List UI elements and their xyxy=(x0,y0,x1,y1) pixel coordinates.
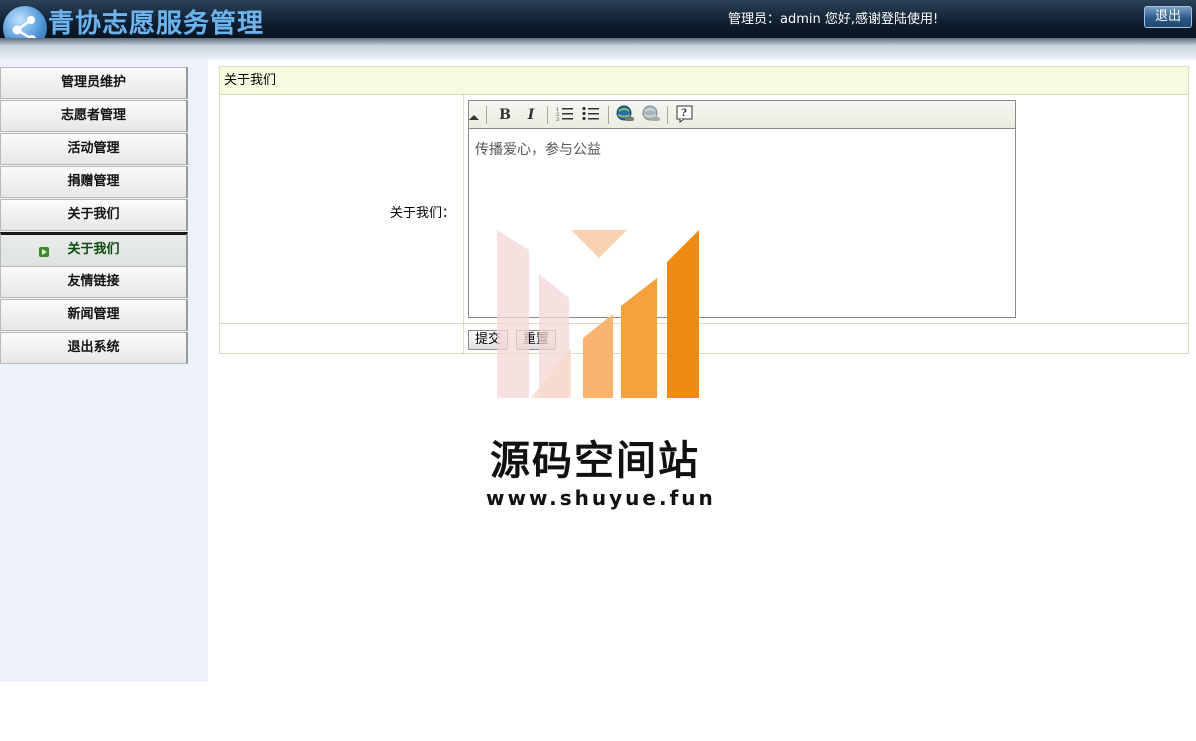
toolbar-separator xyxy=(486,106,487,124)
sidebar-item-donation-management[interactable]: 捐赠管理 xyxy=(0,166,188,198)
svg-text:?: ? xyxy=(681,108,687,119)
app-window: 青协志愿服务管理 管理员：admin 您好,感谢登陆使用! 退出 管理员维护 志… xyxy=(0,0,1196,741)
top-header: 青协志愿服务管理 管理员：admin 您好,感谢登陆使用! 退出 xyxy=(0,0,1196,50)
logout-button[interactable]: 退出 xyxy=(1144,6,1192,28)
admin-greeting: 管理员：admin 您好,感谢登陆使用! xyxy=(728,12,939,27)
editor-toolbar: B I 123 ? xyxy=(469,101,1015,129)
toolbar-separator xyxy=(608,106,609,124)
sidebar-item-admin-maintenance[interactable]: 管理员维护 xyxy=(0,67,188,99)
sidebar: 管理员维护 志愿者管理 活动管理 捐赠管理 关于我们 关于我们 友情链接 新闻管… xyxy=(0,60,208,682)
unlink-icon[interactable] xyxy=(640,105,662,125)
sidebar-item-label: 关于我们 xyxy=(67,242,120,257)
unordered-list-icon[interactable] xyxy=(580,105,602,125)
editor-content[interactable]: 传播爱心，参与公益 xyxy=(475,139,601,159)
help-icon[interactable]: ? xyxy=(674,105,696,125)
bold-icon[interactable]: B xyxy=(494,105,516,125)
toolbar-separator xyxy=(547,106,548,124)
column-divider xyxy=(463,95,464,353)
ordered-list-icon[interactable]: 123 xyxy=(554,105,576,125)
sidebar-item-friend-links[interactable]: 友情链接 xyxy=(0,266,188,298)
about-us-field-label: 关于我们： xyxy=(390,206,456,221)
app-title: 青协志愿服务管理 xyxy=(48,9,265,39)
sidebar-item-about-us-active[interactable]: 关于我们 xyxy=(0,232,188,267)
svg-text:3: 3 xyxy=(556,117,559,121)
row-divider xyxy=(220,323,1188,324)
panel-title: 关于我们 xyxy=(220,67,1188,95)
sidebar-item-news-management[interactable]: 新闻管理 xyxy=(0,299,188,331)
about-us-form-panel: 关于我们 关于我们： B I 123 ? 传播爱心，参与公益 提交 重置 xyxy=(219,66,1189,354)
header-divider-strip xyxy=(0,38,1196,60)
toolbar-separator xyxy=(667,106,668,124)
watermark-logo xyxy=(497,230,699,398)
sidebar-item-exit-system[interactable]: 退出系统 xyxy=(0,332,188,364)
toolbar-collapse-icon[interactable] xyxy=(469,115,479,120)
sidebar-item-volunteer-management[interactable]: 志愿者管理 xyxy=(0,100,188,132)
sidebar-item-activity-management[interactable]: 活动管理 xyxy=(0,133,188,165)
watermark-url: www.shuyue.fun xyxy=(486,486,716,510)
sidebar-item-about-us-group[interactable]: 关于我们 xyxy=(0,199,188,231)
watermark-text: 源码空间站 xyxy=(490,438,700,484)
link-icon[interactable] xyxy=(614,105,636,125)
italic-icon[interactable]: I xyxy=(520,105,542,125)
active-arrow-icon xyxy=(39,247,49,257)
